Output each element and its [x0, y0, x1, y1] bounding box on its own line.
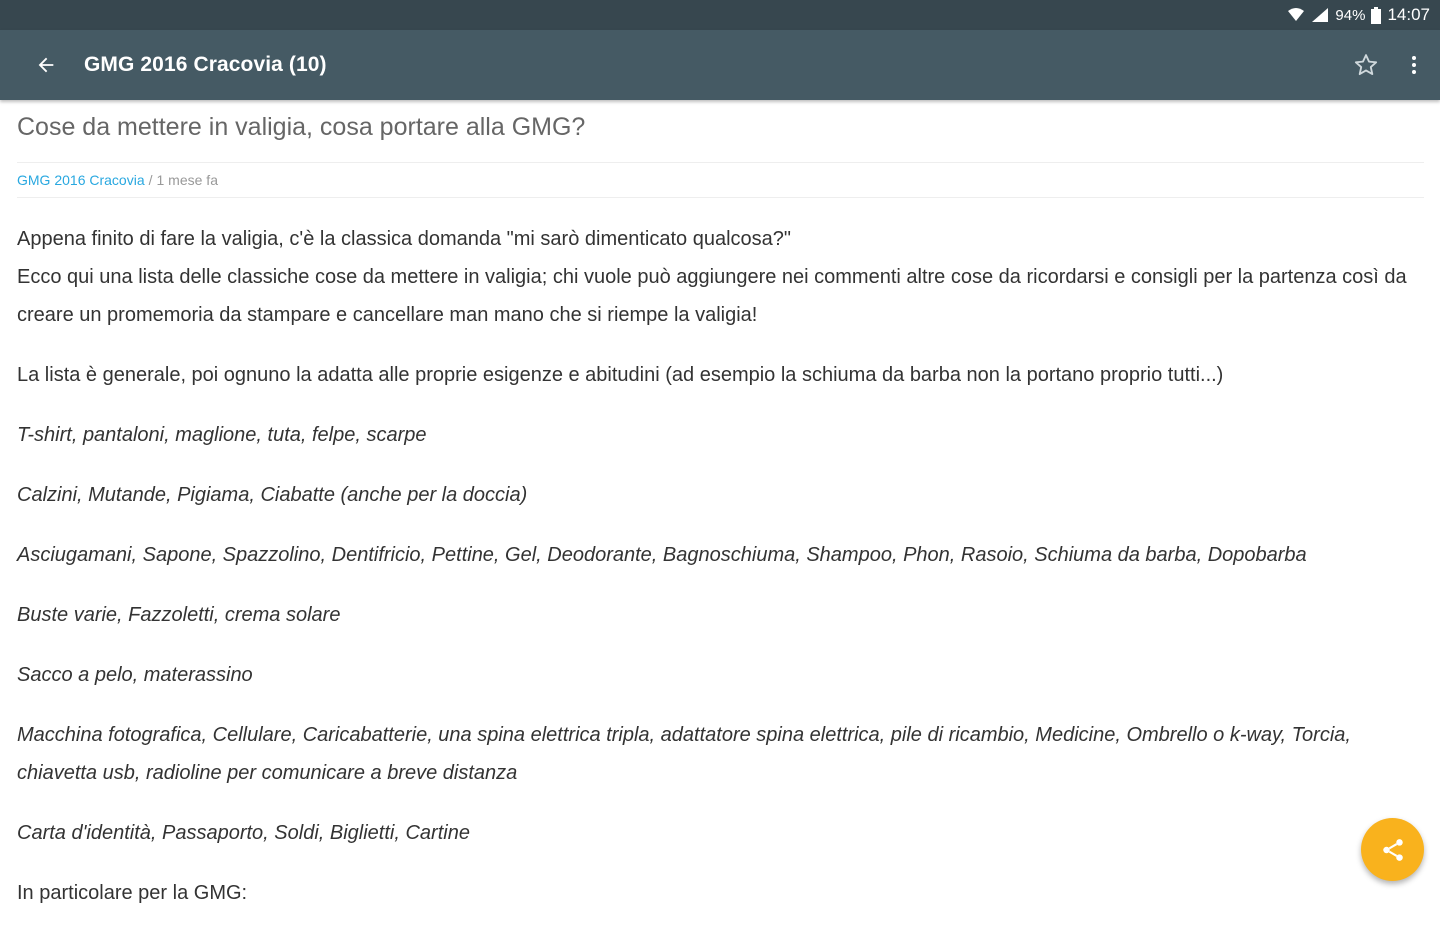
post-age: 1 mese fa	[156, 172, 218, 188]
page-title: GMG 2016 Cracovia (10)	[84, 53, 327, 76]
wifi-icon	[1287, 7, 1305, 23]
signal-icon	[1311, 7, 1329, 23]
share-icon	[1382, 838, 1403, 861]
intro-line-1: Appena finito di fare la valigia, c'è la…	[17, 228, 791, 250]
status-bar: 94% 14:07	[0, 0, 1440, 30]
list-item: Asciugamani, Sapone, Spazzolino, Dentifr…	[17, 544, 1307, 566]
note-paragraph: La lista è generale, poi ognuno la adatt…	[17, 364, 1224, 386]
back-arrow-icon	[38, 57, 54, 73]
intro-paragraph: Appena finito di fare la valigia, c'è la…	[17, 220, 1424, 334]
back-button[interactable]	[26, 45, 66, 85]
overflow-menu-button[interactable]	[1394, 45, 1434, 85]
list-item: Macchina fotografica, Cellulare, Caricab…	[17, 724, 1351, 784]
battery-level: 94%	[1335, 6, 1366, 24]
list-item: Sacco a pelo, materassino	[17, 664, 253, 686]
list-item: Carta d'identità, Passaporto, Soldi, Big…	[17, 822, 470, 844]
more-vert-icon	[1412, 56, 1416, 74]
article-content: Cose da mettere in valigia, cosa portare…	[17, 100, 1424, 934]
battery-icon	[1371, 6, 1382, 24]
star-outline-icon	[1354, 54, 1378, 76]
clock: 14:07	[1387, 5, 1430, 24]
app-bar: GMG 2016 Cracovia (10)	[0, 30, 1440, 100]
list-item: Calzini, Mutande, Pigiama, Ciabatte (anc…	[17, 484, 528, 506]
article-body: Appena finito di fare la valigia, c'è la…	[17, 220, 1424, 912]
favorite-button[interactable]	[1346, 45, 1386, 85]
share-button[interactable]	[1361, 818, 1424, 881]
list-item: Buste varie, Fazzoletti, crema solare	[17, 604, 341, 626]
intro-line-2: Ecco qui una lista delle classiche cose …	[17, 266, 1407, 326]
article-meta: GMG 2016 Cracovia / 1 mese fa	[17, 162, 1424, 198]
list-item: T-shirt, pantaloni, maglione, tuta, felp…	[17, 424, 427, 446]
meta-separator: /	[148, 172, 153, 188]
article-title: Cose da mettere in valigia, cosa portare…	[17, 113, 586, 141]
trailing-paragraph: In particolare per la GMG:	[17, 882, 248, 904]
category-link[interactable]: GMG 2016 Cracovia	[17, 172, 145, 188]
